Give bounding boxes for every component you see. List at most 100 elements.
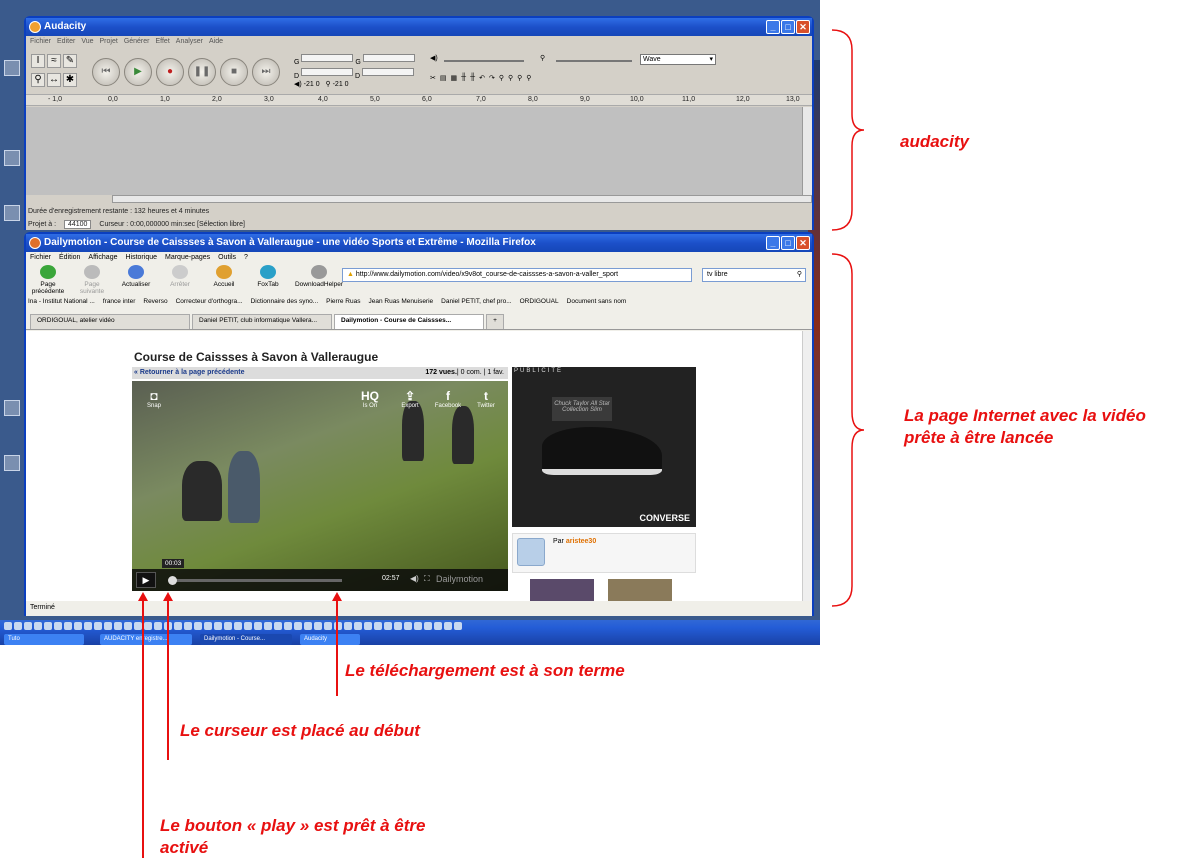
quicklaunch-icon[interactable]: [404, 622, 412, 630]
quicklaunch-icon[interactable]: [14, 622, 22, 630]
close-button[interactable]: ✕: [796, 20, 810, 34]
twitter-button[interactable]: t Twitter: [472, 389, 500, 409]
record-meter-left[interactable]: [362, 54, 415, 62]
quicklaunch-icon[interactable]: [284, 622, 292, 630]
bookmark-item[interactable]: Dictionnaire des syno...: [251, 298, 319, 310]
fit-project-icon[interactable]: ⚲: [526, 74, 531, 82]
downloadhelper-button[interactable]: DownloadHelper: [292, 265, 346, 295]
quicklaunch-icon[interactable]: [214, 622, 222, 630]
menu-edition[interactable]: Édition: [59, 254, 80, 261]
selection-tool-icon[interactable]: I: [31, 54, 45, 68]
bookmark-item[interactable]: Ina - Institut National ...: [28, 298, 95, 310]
redo-icon[interactable]: ↷: [489, 74, 495, 82]
stop-button[interactable]: ■: [220, 58, 248, 86]
bookmark-item[interactable]: Jean Ruas Menuiserie: [368, 298, 433, 310]
facebook-button[interactable]: f Facebook: [434, 389, 462, 409]
zoom-tool-icon[interactable]: ⚲: [31, 73, 45, 87]
record-meter-right[interactable]: [361, 68, 414, 76]
skip-end-button[interactable]: ⏭: [252, 58, 280, 86]
quicklaunch-icon[interactable]: [274, 622, 282, 630]
taskbar-button[interactable]: Tuto: [4, 634, 84, 645]
menu-effet[interactable]: Effet: [156, 38, 170, 46]
taskbar-button[interactable]: AUDACITY enregistre...: [100, 634, 192, 645]
trim-icon[interactable]: ╫: [461, 74, 466, 82]
menu-analyser[interactable]: Analyser: [176, 38, 203, 46]
fullscreen-icon[interactable]: ⛶: [424, 574, 430, 584]
bookmark-item[interactable]: Document sans nom: [567, 298, 627, 310]
quicklaunch-icon[interactable]: [64, 622, 72, 630]
zoom-out-icon[interactable]: ⚲: [508, 74, 513, 82]
hq-button[interactable]: HQ Is On: [356, 389, 384, 409]
draw-tool-icon[interactable]: ✎: [63, 54, 77, 68]
desktop-icon[interactable]: [4, 150, 20, 166]
export-button[interactable]: ⇪ Export: [396, 389, 424, 409]
menu-aide[interactable]: Aide: [209, 38, 223, 46]
quicklaunch-icon[interactable]: [454, 622, 462, 630]
quicklaunch-icon[interactable]: [294, 622, 302, 630]
quicklaunch-icon[interactable]: [114, 622, 122, 630]
skip-start-button[interactable]: ⏮: [92, 58, 120, 86]
menu-fichier[interactable]: Fichier: [30, 38, 51, 46]
timeline-ruler[interactable]: - 1,0 0,0 1,0 2,0 3,0 4,0 5,0 6,0 7,0 8,…: [26, 94, 812, 106]
quicklaunch-icon[interactable]: [54, 622, 62, 630]
quicklaunch-icon[interactable]: [364, 622, 372, 630]
play-button[interactable]: ▶: [124, 58, 152, 86]
desktop-icon[interactable]: [4, 400, 20, 416]
menu-outils[interactable]: Outils: [218, 254, 236, 261]
vertical-scrollbar[interactable]: [802, 107, 812, 195]
quicklaunch-icon[interactable]: [134, 622, 142, 630]
audacity-titlebar[interactable]: Audacity _ □ ✕: [26, 18, 812, 36]
envelope-tool-icon[interactable]: ≈: [47, 54, 61, 68]
firefox-titlebar[interactable]: Dailymotion - Course de Caissses à Savon…: [26, 234, 812, 252]
video-player[interactable]: ◘ Snap HQ Is On ⇪ Export f Facebook t Twitter…: [132, 381, 508, 591]
quicklaunch-icon[interactable]: [184, 622, 192, 630]
menu-vue[interactable]: Vue: [81, 38, 93, 46]
minimize-button[interactable]: _: [766, 20, 780, 34]
quicklaunch-icon[interactable]: [104, 622, 112, 630]
related-thumbnail[interactable]: [608, 579, 672, 601]
menu-projet[interactable]: Projet: [100, 38, 118, 46]
tab-ordigoual[interactable]: ORDIGOUAL, atelier vidéo: [30, 314, 190, 329]
input-volume-slider[interactable]: [556, 60, 632, 62]
desktop-icon[interactable]: [4, 205, 20, 221]
cut-icon[interactable]: ✂: [430, 74, 436, 82]
page-scrollbar[interactable]: [802, 331, 812, 601]
maximize-button[interactable]: □: [781, 20, 795, 34]
desktop-icon[interactable]: [4, 60, 20, 76]
quicklaunch-icon[interactable]: [414, 622, 422, 630]
multi-tool-icon[interactable]: ✱: [63, 73, 77, 87]
menu-generer[interactable]: Générer: [124, 38, 150, 46]
maximize-button[interactable]: □: [781, 236, 795, 250]
quicklaunch-icon[interactable]: [444, 622, 452, 630]
quicklaunch-icon[interactable]: [34, 622, 42, 630]
forward-button[interactable]: Page suivante: [72, 265, 112, 295]
author-link[interactable]: aristee30: [566, 538, 596, 545]
bookmark-item[interactable]: ORDIGOUAL: [520, 298, 559, 310]
back-button[interactable]: Page précédente: [28, 265, 68, 295]
silence-icon[interactable]: ╫: [470, 74, 475, 82]
quicklaunch-icon[interactable]: [144, 622, 152, 630]
timeshift-tool-icon[interactable]: ↔: [47, 73, 61, 87]
quicklaunch-icon[interactable]: [44, 622, 52, 630]
track-panel[interactable]: [26, 107, 812, 195]
record-button[interactable]: ●: [156, 58, 184, 86]
seek-cursor[interactable]: [168, 576, 177, 585]
playback-meter-left[interactable]: [301, 54, 354, 62]
quicklaunch-icon[interactable]: [384, 622, 392, 630]
search-input[interactable]: tv libre ⚲: [702, 268, 806, 282]
minimize-button[interactable]: _: [766, 236, 780, 250]
new-tab-button[interactable]: +: [486, 314, 504, 329]
taskbar-button[interactable]: Audacity: [300, 634, 360, 645]
copy-icon[interactable]: ▤: [440, 74, 447, 82]
quicklaunch-icon[interactable]: [154, 622, 162, 630]
view-mode-select[interactable]: Wave ▾: [640, 54, 716, 65]
quicklaunch-icon[interactable]: [24, 622, 32, 630]
taskbar-button[interactable]: Dailymotion - Course...: [200, 634, 292, 645]
seek-bar[interactable]: [170, 579, 342, 582]
project-rate-field[interactable]: 44100: [63, 220, 92, 229]
quicklaunch-icon[interactable]: [264, 622, 272, 630]
fit-selection-icon[interactable]: ⚲: [517, 74, 522, 82]
quicklaunch-icon[interactable]: [224, 622, 232, 630]
quicklaunch-icon[interactable]: [94, 622, 102, 630]
snap-button[interactable]: ◘ Snap: [140, 389, 168, 409]
